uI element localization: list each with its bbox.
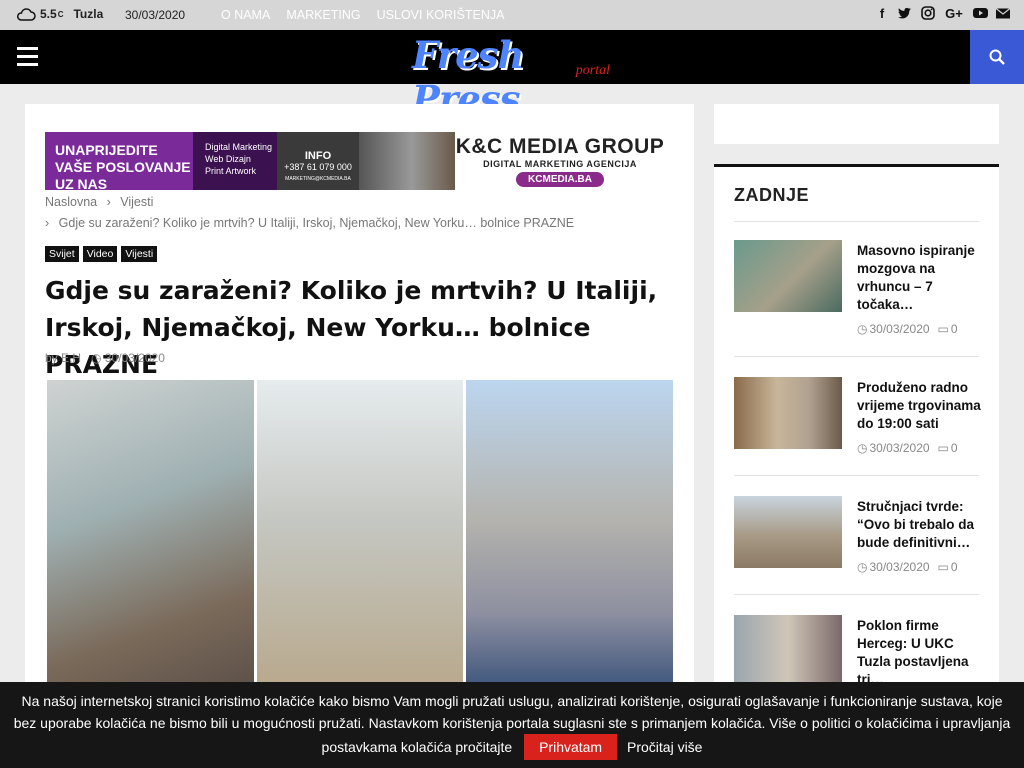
breadcrumb-current: Gdje su zaraženi? Koliko je mrtvih? U It… [58, 216, 575, 230]
clock-icon: ◷ [857, 560, 868, 574]
clock-icon: ◷ [857, 441, 868, 455]
search-button[interactable] [970, 30, 1024, 84]
site-header: Fresh Press portal [0, 30, 1024, 121]
tag-video[interactable]: Video [82, 246, 118, 262]
ad-brand-url: KCMEDIA.BA [516, 172, 604, 187]
chevron-right-icon: › [106, 195, 111, 209]
comment-icon: ▭ [937, 322, 949, 336]
ad-service: Web Dizajn [205, 154, 251, 164]
temperature-unit: C [57, 9, 64, 19]
ad-services: Digital Marketing Web Dizajn Print Artwo… [193, 132, 277, 190]
accept-cookies-button[interactable]: Prihvatam [524, 734, 618, 760]
article-tags: Svijet Video Vijesti [45, 246, 158, 262]
mail-icon[interactable] [995, 6, 1011, 22]
article-author[interactable]: by E.H [45, 351, 81, 365]
facebook-icon[interactable]: f [875, 6, 889, 22]
weather-widget: 5.5 C Tuzla [16, 7, 103, 21]
breadcrumb-current-row: › Gdje su zaraženi? Koliko je mrtvih? U … [45, 216, 574, 230]
sidebar-heading: ZADNJE [734, 185, 810, 205]
ad-email: MARKETING@KCMEDIA.BA [285, 176, 351, 182]
top-menu: O NAMA MARKETING USLOVI KORIŠTENJA [221, 8, 504, 22]
ad-service: Print Artwork [205, 166, 257, 176]
post-meta: ◷ 30/03/2020 ▭ 0 [857, 560, 958, 574]
youtube-icon[interactable] [973, 6, 988, 22]
ad-brand-sub: DIGITAL MARKETING AGENCIJA [483, 159, 637, 169]
image-panel-tent [466, 380, 674, 684]
article-date-wrap: ◷ 30/03/2020 [91, 351, 165, 365]
post-date: 30/03/2020 [869, 560, 930, 574]
breadcrumb-home[interactable]: Naslovna [45, 195, 97, 209]
post-meta: ◷ 30/03/2020 ▭ 0 [857, 441, 958, 455]
ad-brand-name: K&C MEDIA GROUP [455, 135, 665, 158]
sidebar-widget-top [714, 104, 999, 144]
logo-sub-text: portal [575, 63, 610, 78]
ad-info-label: INFO [304, 150, 332, 162]
google-plus-icon[interactable]: G+ [944, 6, 964, 22]
comment-icon: ▭ [937, 441, 949, 455]
social-links: f G+ [875, 6, 1011, 22]
ad-info: INFO +387 61 079 000 MARKETING@KCMEDIA.B… [277, 132, 359, 190]
post-title[interactable]: Masovno ispiranje mozgova na vrhuncu – 7… [857, 242, 981, 314]
image-panel-corridor [256, 380, 464, 684]
post-thumbnail[interactable] [734, 240, 842, 312]
post-meta: ◷ 30/03/2020 ▭ 0 [857, 322, 958, 336]
comment-count: 0 [950, 322, 958, 336]
ad-headline: UNAPRIJEDITE VAŠE POSLOVANJE UZ NAS [45, 132, 193, 192]
ad-phone: +387 61 079 000 [284, 162, 352, 172]
hamburger-menu-icon[interactable] [17, 47, 38, 71]
tag-svijet[interactable]: Svijet [45, 246, 79, 262]
article-container: UNAPRIJEDITE VAŠE POSLOVANJE UZ NAS Digi… [25, 104, 694, 684]
post-title[interactable]: Produženo radno vrijeme trgovinama do 19… [857, 379, 981, 433]
comment-count: 0 [950, 560, 958, 574]
comment-icon: ▭ [937, 560, 949, 574]
temperature: 5.5 [40, 7, 57, 21]
cookie-banner: Na našoj internetskoj stranici koristimo… [0, 682, 1024, 768]
twitter-icon[interactable] [898, 6, 912, 22]
instagram-icon[interactable] [921, 6, 935, 22]
clock-icon: ◷ [857, 322, 868, 336]
cloud-icon [17, 8, 36, 21]
breadcrumb: Naslovna › Vijesti [45, 195, 153, 209]
divider [734, 356, 979, 357]
clock-icon: ◷ [91, 351, 102, 365]
top-date: 30/03/2020 [125, 8, 186, 22]
post-title[interactable]: Poklon firme Herceg: U UKC Tuzla postavl… [857, 617, 981, 689]
menu-marketing[interactable]: MARKETING [286, 8, 360, 22]
post-thumbnail[interactable] [734, 496, 842, 568]
menu-uslovi[interactable]: USLOVI KORIŠTENJA [377, 8, 505, 22]
search-icon [989, 49, 1005, 65]
chevron-right-icon: › [45, 216, 50, 230]
article-date: 30/03/2020 [104, 351, 165, 365]
comment-count: 0 [950, 441, 958, 455]
tag-vijesti[interactable]: Vijesti [121, 246, 158, 262]
post-title[interactable]: Stručnjaci tvrde: “Ovo bi trebalo da bud… [857, 498, 981, 552]
read-more-link[interactable]: Pročitaj više [627, 739, 702, 755]
site-logo[interactable]: Fresh Press portal [412, 33, 612, 121]
image-panel-hallway [47, 380, 254, 684]
menu-o-nama[interactable]: O NAMA [221, 8, 270, 22]
post-date: 30/03/2020 [869, 322, 930, 336]
top-bar: 5.5 C Tuzla 30/03/2020 O NAMA MARKETING U… [0, 0, 1024, 30]
article-title: Gdje su zaraženi? Koliko je mrtvih? U It… [45, 276, 658, 379]
divider [734, 475, 979, 476]
post-date: 30/03/2020 [869, 441, 930, 455]
cookie-text: Na našoj internetskoj stranici koristimo… [13, 693, 1011, 755]
divider [734, 594, 979, 595]
ad-service: Digital Marketing [205, 142, 273, 152]
post-thumbnail[interactable] [734, 377, 842, 449]
sidebar-latest: ZADNJE Masovno ispiranje mozgova na vrhu… [714, 164, 999, 687]
weather-city: Tuzla [73, 7, 104, 21]
ad-banner[interactable]: UNAPRIJEDITE VAŠE POSLOVANJE UZ NAS Digi… [45, 132, 665, 192]
ad-photo [359, 132, 455, 190]
divider [734, 221, 979, 222]
article-meta: by E.H ◷ 30/03/2020 [45, 351, 165, 365]
article-image [47, 380, 674, 684]
post-thumbnail[interactable] [734, 615, 842, 687]
ad-brand: K&C MEDIA GROUP DIGITAL MARKETING AGENCI… [455, 132, 665, 190]
breadcrumb-section[interactable]: Vijesti [120, 195, 153, 209]
